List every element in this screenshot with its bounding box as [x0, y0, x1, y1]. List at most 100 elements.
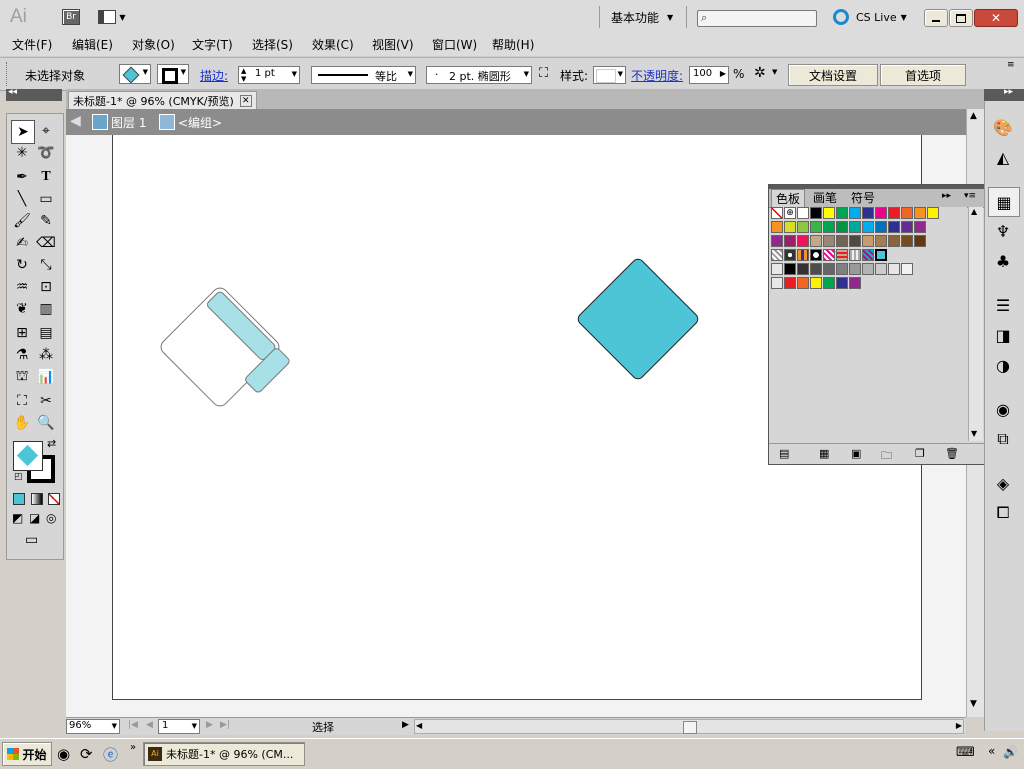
- artboard-tool-icon[interactable]: ⛶: [11, 390, 33, 412]
- rotate-tool-icon[interactable]: ↻: [11, 254, 33, 276]
- column-graph-icon[interactable]: ▥: [35, 298, 57, 320]
- color-swatch[interactable]: [836, 235, 848, 247]
- brush-definition[interactable]: · 2 pt. 椭圆形 ▼: [426, 66, 532, 84]
- warp-tool-icon[interactable]: ♒: [11, 276, 33, 298]
- chevron-down-icon[interactable]: ▼: [408, 70, 413, 78]
- panel-menu-icon[interactable]: ▾≡: [964, 191, 976, 201]
- paintbrush-icon[interactable]: 🖌: [11, 210, 33, 232]
- kinds-menu-icon[interactable]: ▦: [819, 447, 829, 460]
- color-swatch[interactable]: [901, 235, 913, 247]
- start-button[interactable]: 开始: [2, 742, 52, 766]
- color-guide-icon[interactable]: 🎨: [988, 113, 1018, 141]
- back-arrow-icon[interactable]: ◀: [70, 113, 81, 129]
- expand-panels-icon[interactable]: ▸▸: [1004, 87, 1013, 97]
- opacity-field[interactable]: 100 ▶: [689, 66, 729, 84]
- minimize-button[interactable]: [924, 9, 948, 27]
- color-swatch[interactable]: [875, 207, 887, 219]
- volume-icon[interactable]: 🔊: [1003, 745, 1018, 759]
- blob-brush-icon[interactable]: ✍: [11, 232, 33, 254]
- color-swatch[interactable]: [797, 263, 809, 275]
- tab-symbols[interactable]: 符号: [847, 189, 879, 207]
- pen-tool-icon[interactable]: ✒: [11, 166, 33, 188]
- color-swatch[interactable]: [875, 235, 887, 247]
- first-page-icon[interactable]: |◀: [128, 720, 138, 730]
- menu-view[interactable]: 视图(V): [372, 36, 414, 54]
- cyan-diamond-shape[interactable]: [576, 257, 700, 381]
- pattern-swatch[interactable]: [784, 249, 796, 261]
- color-swatch[interactable]: [823, 221, 835, 233]
- draw-inside-icon[interactable]: ◎: [46, 511, 56, 525]
- blend-tool-icon[interactable]: ⁂: [35, 344, 57, 366]
- menu-file[interactable]: 文件(F): [12, 36, 52, 54]
- menu-select[interactable]: 选择(S): [252, 36, 293, 54]
- color-swatch[interactable]: [771, 235, 783, 247]
- artboards-panel-icon[interactable]: ⧠: [988, 499, 1018, 527]
- tab-brushes[interactable]: 画笔: [809, 189, 841, 207]
- color-swatch[interactable]: [914, 207, 926, 219]
- magic-wand-icon[interactable]: ✳: [11, 142, 33, 164]
- search-input[interactable]: [714, 12, 816, 26]
- opacity-link[interactable]: 不透明度:: [631, 67, 683, 84]
- pencil-icon[interactable]: ✎: [35, 210, 57, 232]
- swatch-options-icon[interactable]: ▣: [851, 447, 861, 460]
- free-transform-icon[interactable]: ⊡: [35, 276, 57, 298]
- menu-type[interactable]: 文字(T): [192, 36, 233, 54]
- scroll-down-icon[interactable]: ▼: [971, 429, 977, 438]
- tab-swatches[interactable]: 色板: [771, 189, 806, 208]
- type-tool-icon[interactable]: T: [35, 166, 57, 188]
- color-swatch[interactable]: [836, 221, 848, 233]
- swap-icon[interactable]: ⇄: [47, 437, 56, 450]
- color-group-folder-icon[interactable]: [771, 277, 783, 289]
- symbols-panel-icon[interactable]: ♣: [988, 247, 1018, 275]
- menu-effect[interactable]: 效果(C): [312, 36, 354, 54]
- delete-swatch-icon[interactable]: 🗑: [945, 447, 959, 460]
- gradient-tool-icon[interactable]: ▤: [35, 322, 57, 344]
- draw-behind-icon[interactable]: ◪: [29, 511, 40, 525]
- pattern-swatch[interactable]: [862, 249, 874, 261]
- eraser-icon[interactable]: ⌫: [35, 232, 57, 254]
- line-tool-icon[interactable]: ╲: [11, 188, 33, 210]
- color-swatch[interactable]: [823, 263, 835, 275]
- color-swatch[interactable]: [797, 235, 809, 247]
- chevron-down-icon[interactable]: ▼: [772, 68, 777, 76]
- scroll-right-icon[interactable]: ▶: [956, 721, 962, 730]
- expand-icon[interactable]: ▸▸: [942, 191, 951, 201]
- taskbar-illustrator-task[interactable]: Ai 未标题-1* @ 96% (CM...: [143, 742, 305, 766]
- panel-menu-icon[interactable]: ≡: [1007, 60, 1015, 70]
- color-swatch[interactable]: [888, 235, 900, 247]
- color-swatch[interactable]: [849, 277, 861, 289]
- search-field[interactable]: ⌕: [697, 10, 817, 27]
- color-swatch[interactable]: [784, 263, 796, 275]
- close-tab-icon[interactable]: ✕: [239, 94, 252, 107]
- status-menu-icon[interactable]: ▶: [402, 720, 409, 730]
- none-swatch[interactable]: [771, 207, 783, 219]
- color-swatch[interactable]: [914, 235, 926, 247]
- menu-object[interactable]: 对象(O): [132, 36, 175, 54]
- color-swatch[interactable]: [797, 221, 809, 233]
- transform-icon[interactable]: ⛶: [539, 66, 548, 81]
- quicklaunch-ie-icon[interactable]: ⓔ: [103, 744, 118, 765]
- color-swatch[interactable]: [875, 263, 887, 275]
- none-mode-icon[interactable]: [48, 493, 60, 505]
- color-swatch[interactable]: [771, 221, 783, 233]
- fill-swatch[interactable]: [13, 441, 43, 471]
- fill-color-control[interactable]: ▼: [119, 64, 151, 84]
- artboard-number-field[interactable]: 1 ▼: [158, 719, 200, 734]
- keyboard-icon[interactable]: ⌨: [956, 745, 975, 760]
- live-paint-icon[interactable]: ⛫: [11, 366, 33, 388]
- stepper-icon[interactable]: ▲ ▼: [241, 67, 246, 83]
- color-swatch[interactable]: [810, 277, 822, 289]
- color-swatch[interactable]: [823, 277, 835, 289]
- lasso-icon[interactable]: ➰: [35, 142, 57, 164]
- symbol-sprayer-icon[interactable]: ❦: [11, 298, 33, 320]
- color-swatch[interactable]: [888, 221, 900, 233]
- zoom-field[interactable]: 96% ▼: [66, 719, 120, 734]
- menu-window[interactable]: 窗口(W): [432, 36, 477, 54]
- new-swatch-icon[interactable]: ❐: [915, 447, 925, 460]
- bar-graph-icon[interactable]: 📊: [35, 366, 57, 388]
- color-swatch[interactable]: [797, 207, 809, 219]
- appearance-panel-icon[interactable]: ◉: [988, 395, 1018, 423]
- breadcrumb-group[interactable]: <编组>: [178, 114, 222, 131]
- swatches-panel-icon[interactable]: ▦: [988, 187, 1020, 217]
- brushes-panel-icon[interactable]: ♆: [988, 217, 1018, 245]
